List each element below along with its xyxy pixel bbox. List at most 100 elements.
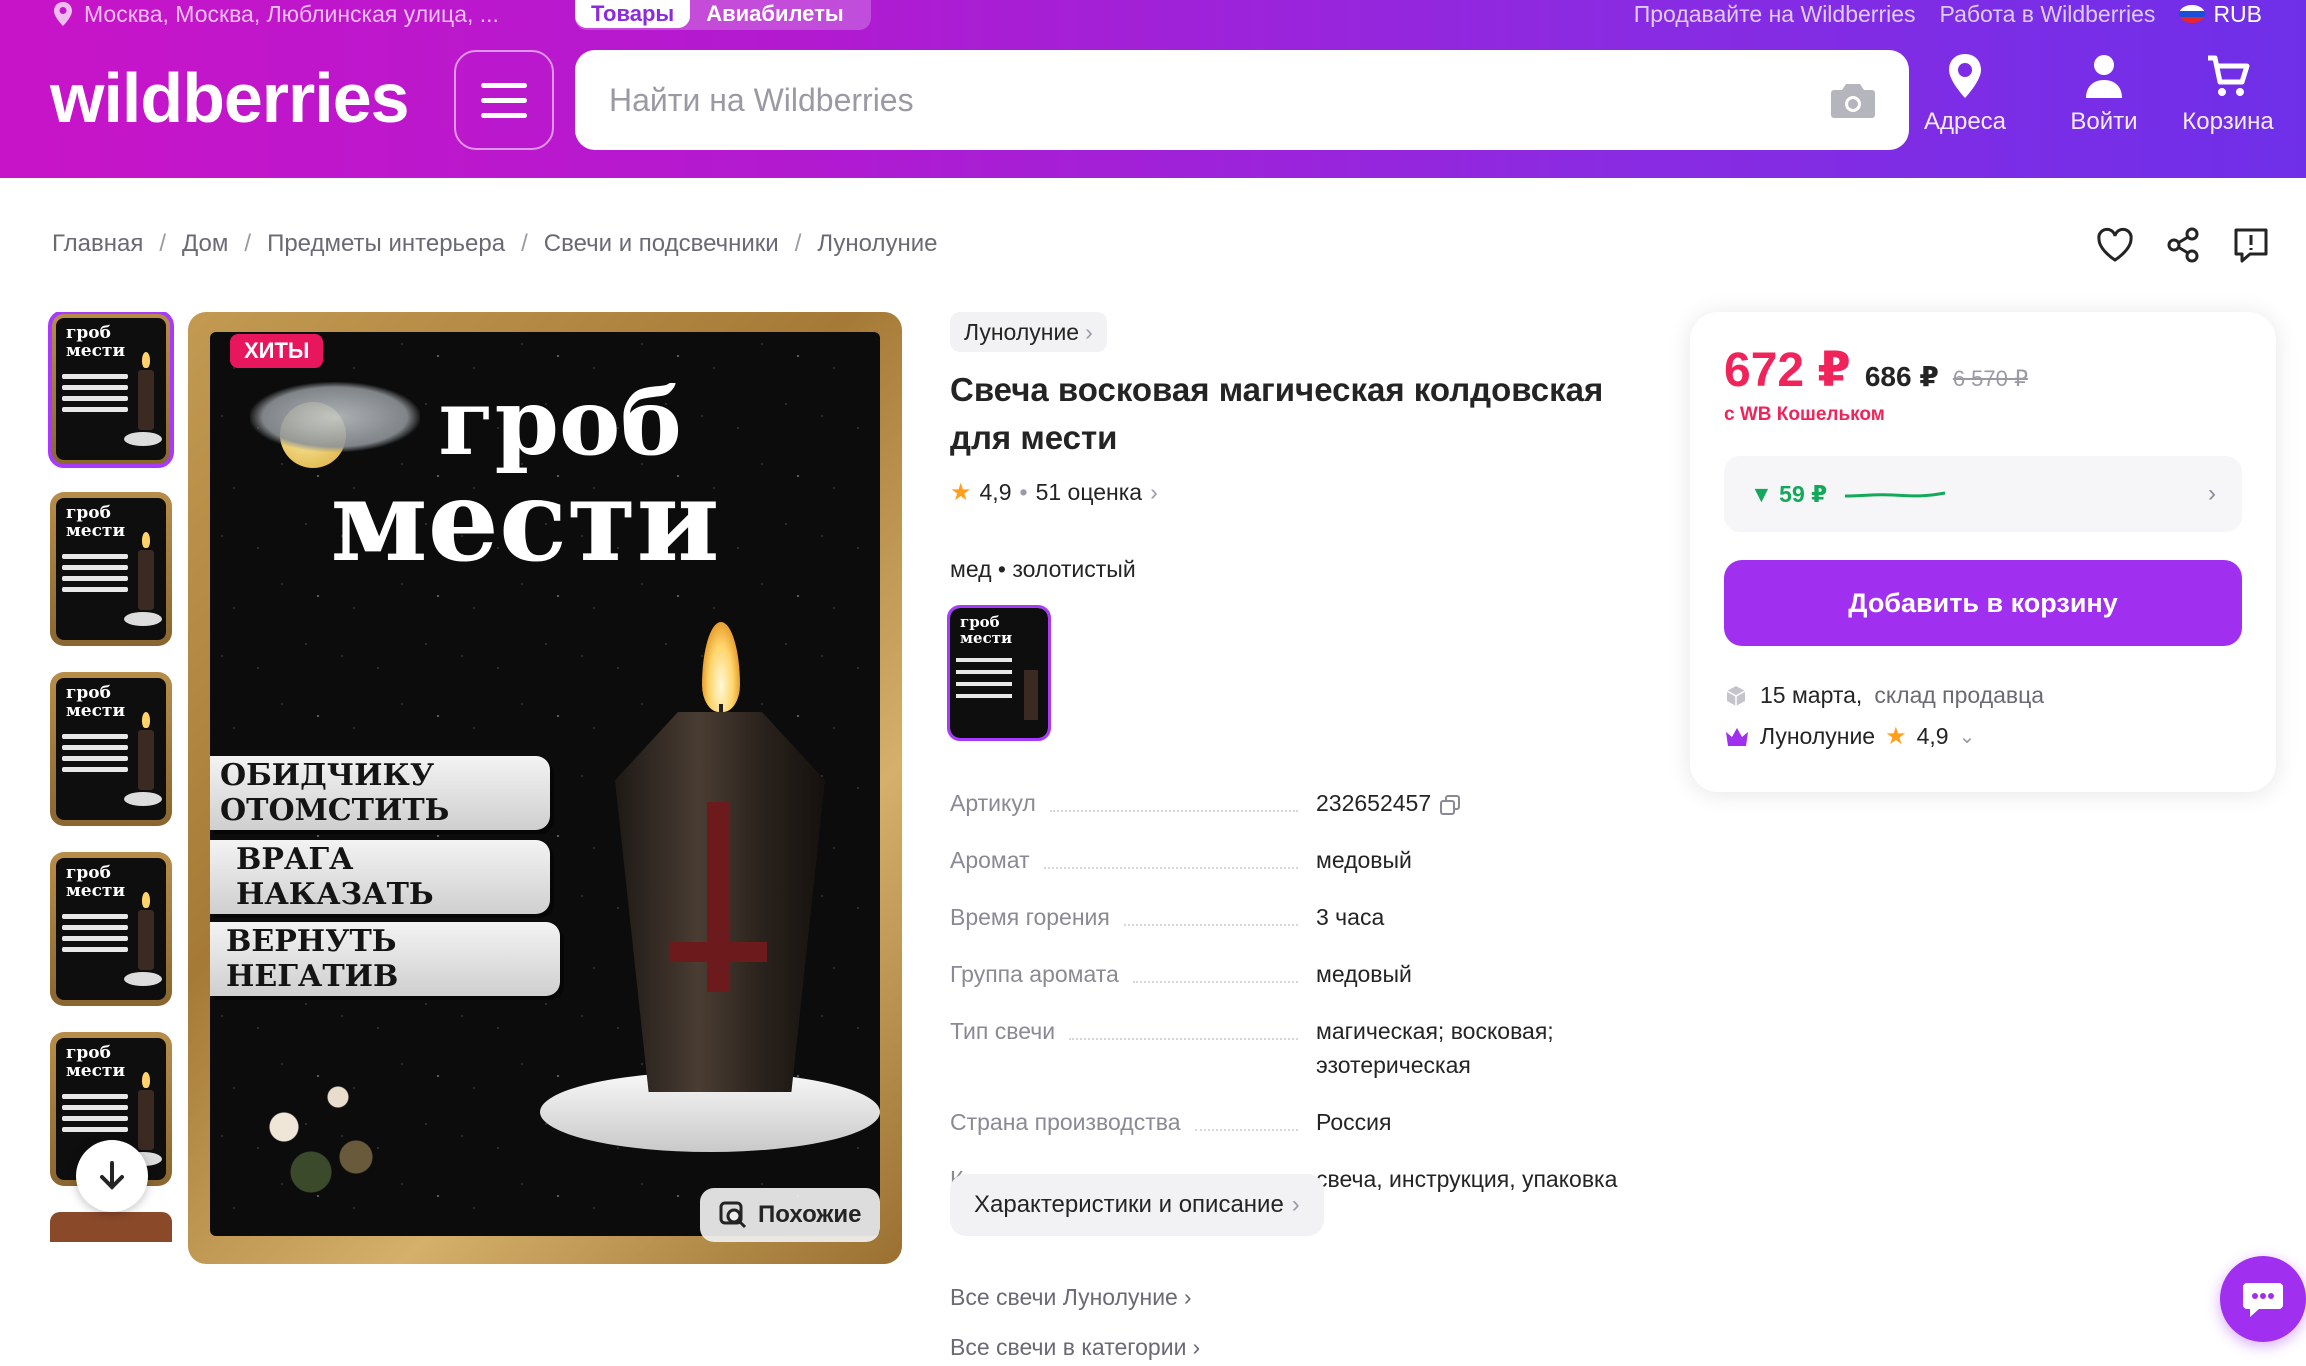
wildberries-logo[interactable]: wildberries xyxy=(50,58,410,138)
price-history-button[interactable]: ▼ 59 ₽ › xyxy=(1724,456,2242,532)
spec-row: Тип свечи магическая; восковая; эзотерич… xyxy=(950,1014,1670,1082)
chevron-right-icon: › xyxy=(1085,318,1093,345)
menu-button[interactable] xyxy=(454,50,554,150)
nav-addresses-label: Адреса xyxy=(1923,108,2007,135)
image-pill: ОБИДЧИКУ ОТОМСТИТЬ xyxy=(210,756,550,830)
star-icon: ★ xyxy=(1885,723,1907,750)
price-drop: ▼ 59 ₽ xyxy=(1750,480,1828,507)
chat-button[interactable] xyxy=(2220,1256,2306,1342)
nav-cart[interactable]: Корзина xyxy=(2168,52,2288,136)
nav-cart-label: Корзина xyxy=(2182,108,2274,135)
similar-button[interactable]: Похожие xyxy=(700,1188,880,1242)
wallet-price: 672 ₽ xyxy=(1724,344,1851,397)
report-icon[interactable] xyxy=(2230,224,2272,266)
thumbnail-3[interactable]: гроб мести xyxy=(50,672,172,826)
brand-label: Лунолуние xyxy=(964,318,1080,345)
work-link[interactable]: Работа в Wildberries xyxy=(1940,1,2156,28)
spec-value: магическая; восковая; эзотерическая xyxy=(1316,1018,1554,1078)
thumbnails-scroll-down-button[interactable] xyxy=(76,1140,148,1212)
spec-key: Тип свечи xyxy=(950,1018,1056,1044)
russia-flag-icon xyxy=(2179,5,2206,23)
breadcrumb: Главная / Дом / Предметы интерьера / Свечи … xyxy=(52,230,937,258)
top-bar: Москва, Москва, Люблинская улица, ... То… xyxy=(0,0,2306,30)
delivery-info: 15 марта, склад продавца xyxy=(1724,682,2044,709)
base-price: 686 ₽ xyxy=(1864,361,1939,392)
add-to-cart-button[interactable]: Добавить в корзину xyxy=(1724,560,2242,646)
spec-value: медовый xyxy=(1316,961,1412,987)
toggle-flights[interactable]: Авиабилеты xyxy=(690,0,859,28)
category-link[interactable]: Все свечи в категории › xyxy=(950,1334,1200,1361)
breadcrumb-item[interactable]: Свечи и подсвечники xyxy=(544,230,779,258)
location-pin-icon xyxy=(54,2,72,26)
spec-key: Артикул xyxy=(950,790,1036,816)
variant-label: мед • золотистый xyxy=(950,556,1136,582)
chevron-down-icon: ⌄ xyxy=(1958,726,1976,748)
description-label: Характеристики и описание xyxy=(974,1191,1284,1218)
breadcrumb-separator: / xyxy=(521,230,528,257)
price-trend-sparkline-icon xyxy=(1845,491,1946,498)
cross-vertical xyxy=(707,802,729,992)
spec-row: Группа аромата медовый xyxy=(950,957,1670,991)
location-selector[interactable]: Москва, Москва, Люблинская улица, ... xyxy=(52,0,499,28)
chevron-right-icon: › xyxy=(1291,1191,1300,1218)
dot-separator: • xyxy=(1019,479,1028,505)
box-icon xyxy=(1726,685,1746,706)
thumbnail-6[interactable] xyxy=(50,1212,172,1242)
breadcrumb-item[interactable]: Предметы интерьера xyxy=(267,230,505,258)
thumbnail-2[interactable]: гроб мести xyxy=(50,492,172,646)
nav-login-label: Войти xyxy=(2070,108,2138,135)
location-text: Москва, Москва, Люблинская улица, ... xyxy=(84,0,499,27)
site-header: Москва, Москва, Люблинская улица, ... То… xyxy=(0,0,2306,178)
seller-name: Лунолуние xyxy=(1760,723,1876,749)
arrow-down-icon xyxy=(100,1161,124,1190)
star-icon: ★ xyxy=(950,479,972,506)
wallet-note: с WB Кошельком xyxy=(1724,404,1885,425)
share-icon[interactable] xyxy=(2162,224,2204,266)
brand-catalog-label: Все свечи Лунолуние xyxy=(950,1284,1178,1310)
product-main-image[interactable]: гроб мести ОБИДЧИКУ ОТОМСТИТЬ ВРАГА НАКА… xyxy=(188,312,902,1264)
description-button[interactable]: Характеристики и описание › xyxy=(950,1174,1324,1236)
delivery-source: склад продавца xyxy=(1874,682,2045,708)
thumbnail-1[interactable]: гроб мести xyxy=(48,312,174,468)
search-similar-icon xyxy=(719,1201,747,1229)
breadcrumb-separator: / xyxy=(244,230,252,257)
copy-icon[interactable] xyxy=(1439,794,1461,816)
nav-addresses[interactable]: Адреса xyxy=(1905,52,2025,136)
product-actions xyxy=(2094,224,2272,266)
chevron-right-icon: › xyxy=(1150,479,1158,505)
brand-link[interactable]: Лунолуние › xyxy=(950,312,1107,352)
sell-link[interactable]: Продавайте на Wildberries xyxy=(1634,1,1916,28)
breadcrumb-item[interactable]: Дом xyxy=(182,230,228,258)
breadcrumb-item[interactable]: Главная xyxy=(52,230,143,258)
currency-selector[interactable]: RUB xyxy=(2179,1,2262,28)
menu-line xyxy=(481,82,527,88)
seller-info[interactable]: Лунолуние ★ 4,9 ⌄ xyxy=(1724,722,1975,751)
thumbnail-4[interactable]: гроб мести xyxy=(50,852,172,1006)
cart-icon xyxy=(2208,55,2250,96)
chevron-right-icon: › xyxy=(1183,1284,1192,1310)
spec-key: Аромат xyxy=(950,847,1030,873)
search-input[interactable] xyxy=(575,50,1909,150)
spec-row: Страна производства Россия xyxy=(950,1105,1670,1139)
spec-row: Аромат медовый xyxy=(950,843,1670,877)
cross-horizontal xyxy=(669,942,767,962)
breadcrumb-item[interactable]: Лунолуние xyxy=(817,230,937,258)
thumbnail-list: гроб мести гроб мести гроб мести гроб мести … xyxy=(48,312,176,1242)
crown-icon xyxy=(1726,727,1748,746)
spec-key: Группа аромата xyxy=(950,961,1119,987)
toggle-goods[interactable]: Товары xyxy=(575,0,691,28)
heart-icon[interactable] xyxy=(2094,224,2136,266)
chat-icon xyxy=(2243,1283,2283,1317)
spec-key: Страна производства xyxy=(950,1109,1181,1135)
currency-label: RUB xyxy=(2213,0,2262,27)
variant-option[interactable]: гроб мести xyxy=(947,605,1051,741)
camera-icon[interactable] xyxy=(1830,80,1876,120)
spec-row: Время горения 3 часа xyxy=(950,900,1670,934)
product-rating[interactable]: ★ 4,9 • 51 оценка › xyxy=(950,478,1158,507)
nav-login[interactable]: Войти xyxy=(2044,52,2164,136)
brand-catalog-link[interactable]: Все свечи Лунолуние › xyxy=(950,1284,1192,1311)
spec-value: 3 часа xyxy=(1316,904,1385,930)
category-label: Все свечи в категории xyxy=(950,1334,1187,1360)
reviews-count: 51 оценка xyxy=(1035,479,1143,505)
delivery-date: 15 марта, xyxy=(1760,682,1863,708)
